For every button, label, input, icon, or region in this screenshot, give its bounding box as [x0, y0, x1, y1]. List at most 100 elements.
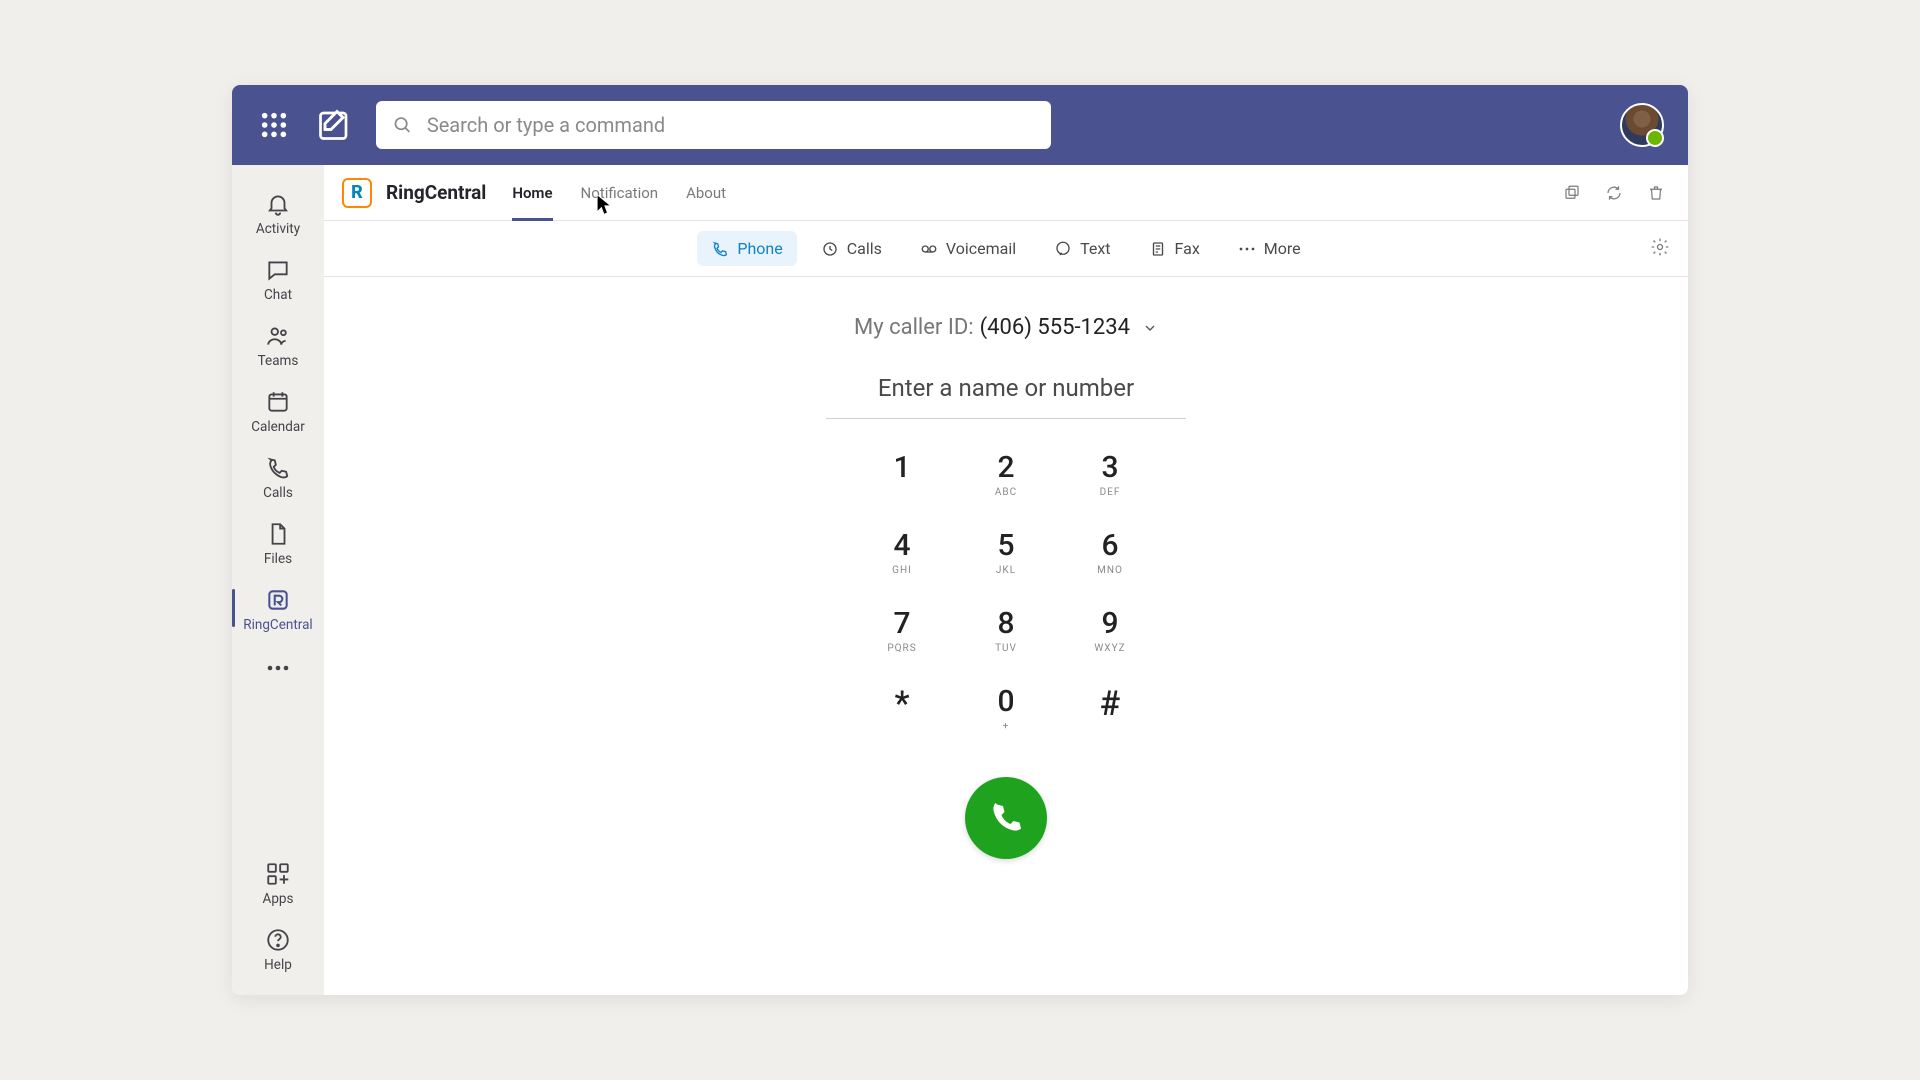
- call-button[interactable]: [965, 777, 1047, 859]
- ringcentral-logo: R: [342, 178, 372, 208]
- keypad-key-1[interactable]: 1: [850, 447, 954, 525]
- keypad-key-3[interactable]: 3 DEF: [1058, 447, 1162, 525]
- keypad-digit: 0: [997, 687, 1014, 717]
- chevron-down-icon: [1142, 320, 1158, 336]
- rail-item-files[interactable]: Files: [232, 509, 324, 575]
- keypad-digit: 2: [997, 453, 1014, 483]
- app-tabs: Home Notification About: [512, 165, 726, 220]
- bell-icon: [265, 191, 291, 217]
- keypad-key-8[interactable]: 8 TUV: [954, 603, 1058, 681]
- keypad-letters: +: [1003, 721, 1010, 732]
- keypad-letters: TUV: [995, 643, 1017, 654]
- popout-button[interactable]: [1558, 179, 1586, 207]
- app-window: Activity Chat Teams Calendar Calls Files: [232, 85, 1688, 995]
- subtab-fax[interactable]: Fax: [1135, 231, 1214, 266]
- keypad-key-hash[interactable]: #: [1058, 681, 1162, 759]
- rail-label: Help: [264, 957, 292, 973]
- rail-item-teams[interactable]: Teams: [232, 311, 324, 377]
- keypad-key-star[interactable]: *: [850, 681, 954, 759]
- keypad-letters: ABC: [995, 487, 1017, 498]
- keypad-digit: #: [1100, 687, 1121, 721]
- waffle-icon: [260, 111, 288, 139]
- rail-item-ringcentral[interactable]: RingCentral: [232, 575, 324, 641]
- keypad-key-7[interactable]: 7 PQRS: [850, 603, 954, 681]
- rail-more-button[interactable]: [266, 641, 290, 692]
- compose-button[interactable]: [316, 107, 352, 143]
- keypad: 12ABC3DEF4GHI5JKL6MNO7PQRS8TUV9WXYZ*0+#: [850, 447, 1162, 759]
- caller-id-dropdown[interactable]: My caller ID: (406) 555-1234: [854, 315, 1158, 340]
- subtab-label: More: [1264, 239, 1301, 258]
- keypad-digit: 9: [1101, 609, 1118, 639]
- subtab-label: Text: [1080, 239, 1110, 258]
- ellipsis-icon: [1238, 240, 1256, 258]
- text-icon: [1054, 240, 1072, 258]
- rail-item-chat[interactable]: Chat: [232, 245, 324, 311]
- tab-home[interactable]: Home: [512, 165, 552, 220]
- subtab-calls[interactable]: Calls: [807, 231, 896, 266]
- titlebar: [232, 85, 1688, 165]
- keypad-digit: 7: [893, 609, 910, 639]
- keypad-digit: 3: [1101, 453, 1118, 483]
- calendar-icon: [265, 389, 291, 415]
- rail-item-calls[interactable]: Calls: [232, 443, 324, 509]
- app-title: RingCentral: [386, 181, 486, 204]
- subtab-more[interactable]: More: [1224, 231, 1315, 266]
- fax-icon: [1149, 240, 1167, 258]
- phone-fill-icon: [988, 800, 1024, 836]
- gear-icon: [1650, 237, 1670, 257]
- rail-item-activity[interactable]: Activity: [232, 179, 324, 245]
- app-launcher-button[interactable]: [256, 107, 292, 143]
- keypad-digit: 1: [893, 453, 910, 483]
- rail-label: Calls: [263, 485, 293, 501]
- keypad-letters: JKL: [996, 565, 1016, 576]
- subtab-label: Calls: [847, 239, 882, 258]
- dial-input-placeholder[interactable]: Enter a name or number: [878, 374, 1134, 402]
- rail-label: Chat: [264, 287, 292, 303]
- subtab-phone[interactable]: Phone: [697, 231, 796, 266]
- apps-icon: [265, 861, 291, 887]
- ringcentral-icon: [265, 587, 291, 613]
- keypad-key-4[interactable]: 4GHI: [850, 525, 954, 603]
- subtab-text[interactable]: Text: [1040, 231, 1124, 266]
- settings-button[interactable]: [1650, 237, 1670, 261]
- rail-label: Apps: [263, 891, 294, 907]
- keypad-letters: PQRS: [887, 643, 916, 654]
- caller-id-number: (406) 555-1234: [980, 315, 1130, 340]
- trash-icon: [1647, 184, 1665, 202]
- voicemail-icon: [920, 240, 938, 258]
- dialer-panel: My caller ID: (406) 555-1234 Enter a nam…: [324, 277, 1688, 995]
- keypad-letters: DEF: [1100, 487, 1121, 498]
- body: Activity Chat Teams Calendar Calls Files: [232, 165, 1688, 995]
- dial-input-underline: [826, 418, 1186, 419]
- keypad-key-2[interactable]: 2 ABC: [954, 447, 1058, 525]
- ellipsis-icon: [266, 664, 290, 672]
- teams-icon: [265, 323, 291, 349]
- subtab-label: Voicemail: [946, 239, 1016, 258]
- keypad-digit: 4: [893, 531, 910, 561]
- keypad-key-0[interactable]: 0+: [954, 681, 1058, 759]
- chat-icon: [265, 257, 291, 283]
- delete-button[interactable]: [1642, 179, 1670, 207]
- keypad-key-5[interactable]: 5JKL: [954, 525, 1058, 603]
- subtab-label: Phone: [737, 239, 782, 258]
- keypad-key-9[interactable]: 9WXYZ: [1058, 603, 1162, 681]
- main-panel: R RingCentral Home Notification About: [324, 165, 1688, 995]
- phone-icon: [265, 455, 291, 481]
- popout-icon: [1563, 184, 1581, 202]
- rail-item-calendar[interactable]: Calendar: [232, 377, 324, 443]
- search-icon: [392, 114, 413, 136]
- subtab-label: Fax: [1175, 239, 1200, 258]
- keypad-key-6[interactable]: 6MNO: [1058, 525, 1162, 603]
- rail-label: Files: [264, 551, 292, 567]
- rail-item-apps[interactable]: Apps: [232, 849, 324, 915]
- keypad-digit: 8: [997, 609, 1014, 639]
- subtab-voicemail[interactable]: Voicemail: [906, 231, 1030, 266]
- search-input[interactable]: [427, 113, 1035, 137]
- search-field[interactable]: [376, 101, 1051, 149]
- user-avatar[interactable]: [1620, 103, 1664, 147]
- refresh-button[interactable]: [1600, 179, 1628, 207]
- rail-item-help[interactable]: Help: [232, 915, 324, 981]
- tab-about[interactable]: About: [686, 165, 726, 220]
- tab-notification[interactable]: Notification: [581, 165, 659, 220]
- rail-label: Activity: [256, 221, 300, 237]
